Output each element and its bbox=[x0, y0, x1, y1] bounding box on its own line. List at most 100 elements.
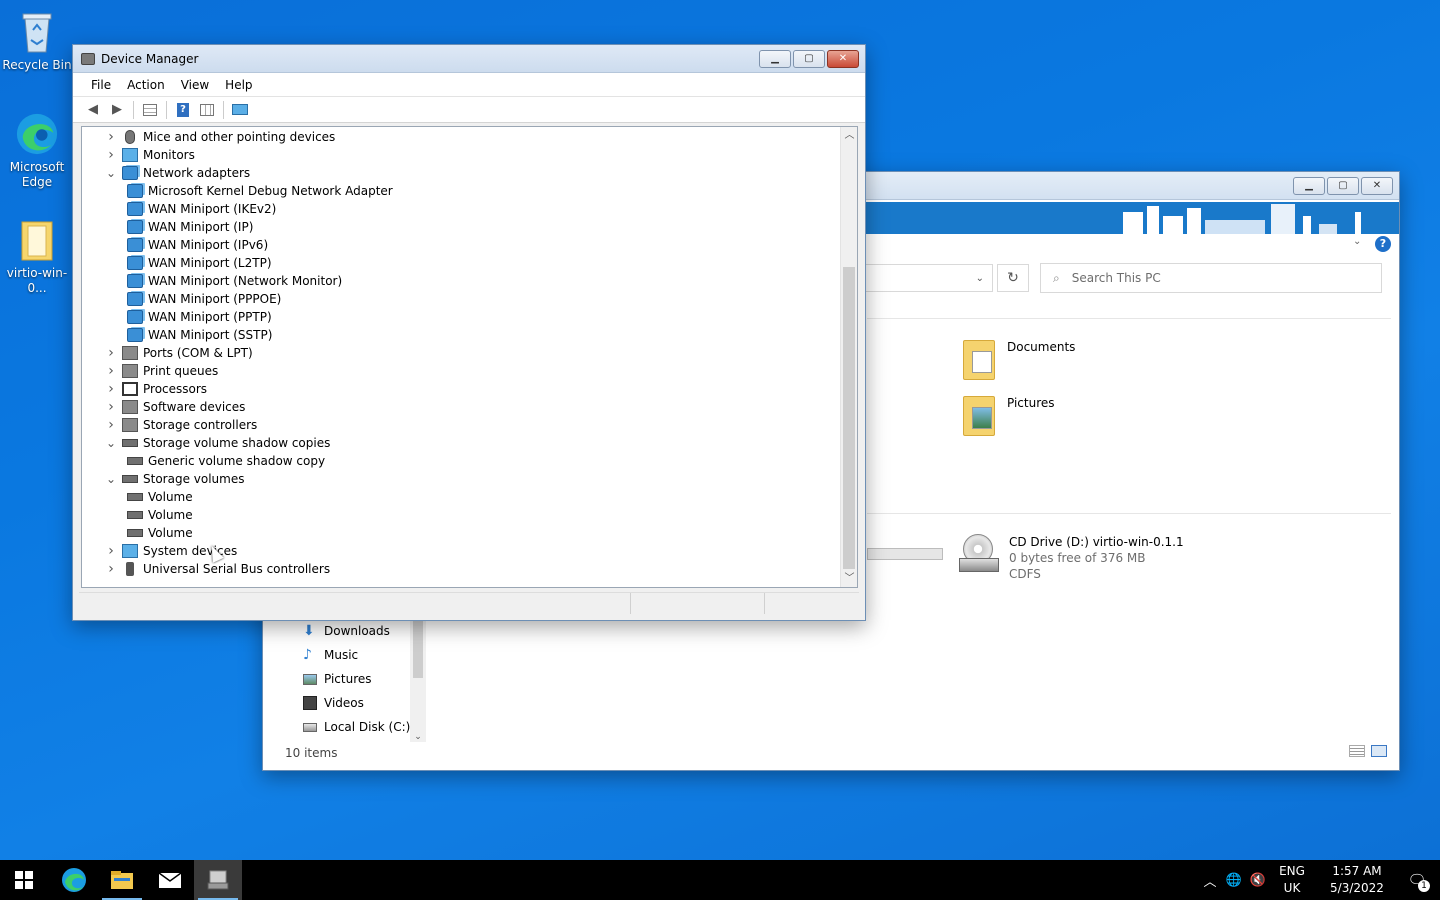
tree-category[interactable]: › Monitors bbox=[104, 146, 195, 164]
folder-pictures[interactable]: Pictures bbox=[963, 396, 1055, 436]
chevron-right-icon[interactable]: › bbox=[104, 363, 118, 379]
tree-device[interactable]: WAN Miniport (IKEv2) bbox=[123, 200, 276, 218]
tree-device[interactable]: WAN Miniport (PPPOE) bbox=[123, 290, 281, 308]
folder-label: Documents bbox=[1007, 340, 1076, 354]
chevron-right-icon[interactable]: › bbox=[104, 417, 118, 433]
desktop-icon-edge[interactable]: Microsoft Edge bbox=[2, 110, 72, 190]
system-icon bbox=[122, 544, 138, 558]
nav-item-downloads[interactable]: ⬇ Downloads bbox=[303, 620, 390, 642]
large-icons-view-icon[interactable] bbox=[1371, 745, 1387, 757]
scroll-thumb[interactable] bbox=[843, 267, 855, 569]
close-button[interactable]: ✕ bbox=[827, 49, 859, 68]
help-icon[interactable]: ? bbox=[1375, 236, 1391, 252]
chevron-right-icon[interactable]: › bbox=[104, 543, 118, 559]
minimize-button[interactable]: ▁ bbox=[1293, 176, 1325, 195]
taskbar-device-manager[interactable] bbox=[194, 860, 242, 900]
ribbon-expand-icon[interactable]: ⌄ bbox=[1353, 236, 1361, 247]
nav-pane-scrollbar[interactable]: ⌄ bbox=[410, 618, 426, 742]
nav-item-local-disk[interactable]: Local Disk (C:) bbox=[303, 716, 410, 738]
network-icon[interactable]: 🌐 bbox=[1222, 873, 1246, 888]
maximize-button[interactable]: ▢ bbox=[793, 49, 825, 68]
chevron-right-icon[interactable]: › bbox=[104, 399, 118, 415]
tree-device[interactable]: Generic volume shadow copy bbox=[123, 452, 325, 470]
language-indicator[interactable]: ENG UK bbox=[1270, 863, 1314, 897]
device-tree[interactable]: › Mice and other pointing devices › Monitor… bbox=[81, 126, 858, 588]
back-arrow-icon[interactable]: ◀ bbox=[83, 100, 103, 120]
chevron-right-icon[interactable]: › bbox=[104, 147, 118, 163]
tree-category[interactable]: › Print queues bbox=[104, 362, 218, 380]
tree-category[interactable]: › Software devices bbox=[104, 398, 245, 416]
taskbar-mail[interactable] bbox=[146, 860, 194, 900]
search-input[interactable]: ⌕ Search This PC bbox=[1040, 263, 1382, 293]
show-hidden-icons-icon[interactable]: ︿ bbox=[1198, 871, 1222, 890]
volume-icon bbox=[127, 511, 143, 519]
taskbar-file-explorer[interactable] bbox=[98, 860, 146, 900]
monitor-scan-icon[interactable] bbox=[230, 100, 250, 120]
chevron-right-icon[interactable]: › bbox=[104, 129, 118, 145]
forward-arrow-icon[interactable]: ▶ bbox=[107, 100, 127, 120]
tree-scrollbar[interactable]: ︿ ﹀ bbox=[840, 127, 857, 587]
chevron-down-icon[interactable]: ⌄ bbox=[104, 166, 118, 180]
tree-device[interactable]: WAN Miniport (L2TP) bbox=[123, 254, 272, 272]
port-icon bbox=[122, 346, 138, 360]
minimize-button[interactable]: ▁ bbox=[759, 49, 791, 68]
taskbar-edge[interactable] bbox=[50, 860, 98, 900]
pictures-folder-icon bbox=[963, 396, 995, 436]
action-center-button[interactable]: 🗨 1 bbox=[1394, 860, 1440, 900]
cd-drive-item[interactable]: CD Drive (D:) virtio-win-0.1.1 0 bytes f… bbox=[959, 534, 1184, 582]
tree-device[interactable]: WAN Miniport (Network Monitor) bbox=[123, 272, 342, 290]
tree-category[interactable]: › Universal Serial Bus controllers bbox=[104, 560, 330, 578]
tree-label: Volume bbox=[148, 508, 193, 522]
properties-icon[interactable] bbox=[140, 100, 160, 120]
chevron-down-icon[interactable]: ⌄ bbox=[104, 472, 118, 486]
desktop-icon-virtio[interactable]: virtio-win-0... bbox=[2, 216, 72, 296]
tree-category[interactable]: ⌄ Storage volume shadow copies bbox=[104, 434, 330, 452]
chevron-down-icon[interactable]: ⌄ bbox=[104, 436, 118, 450]
tree-label: WAN Miniport (IPv6) bbox=[148, 238, 269, 252]
scroll-up-icon[interactable]: ︿ bbox=[841, 127, 857, 144]
nav-item-videos[interactable]: Videos bbox=[303, 692, 364, 714]
scroll-down-icon[interactable]: ⌄ bbox=[410, 732, 426, 742]
maximize-button[interactable]: ▢ bbox=[1327, 176, 1359, 195]
address-dropdown-icon[interactable]: ⌄ bbox=[976, 273, 984, 284]
menu-file[interactable]: File bbox=[83, 78, 119, 92]
tree-device[interactable]: Volume bbox=[123, 488, 193, 506]
tree-device[interactable]: WAN Miniport (IP) bbox=[123, 218, 253, 236]
menu-action[interactable]: Action bbox=[119, 78, 173, 92]
device-manager-window[interactable]: Device Manager ▁ ▢ ✕ File Action View He… bbox=[72, 44, 866, 621]
tree-category[interactable]: › Storage controllers bbox=[104, 416, 257, 434]
device-manager-titlebar[interactable]: Device Manager ▁ ▢ ✕ bbox=[73, 45, 865, 73]
menu-help[interactable]: Help bbox=[217, 78, 260, 92]
chevron-right-icon[interactable]: › bbox=[104, 345, 118, 361]
tree-device[interactable]: WAN Miniport (IPv6) bbox=[123, 236, 268, 254]
tree-category[interactable]: › Mice and other pointing devices bbox=[104, 128, 335, 146]
menu-view[interactable]: View bbox=[173, 78, 217, 92]
tree-category[interactable]: ⌄ Network adapters bbox=[104, 164, 250, 182]
desktop-icon-recycle-bin[interactable]: Recycle Bin bbox=[2, 8, 72, 73]
scroll-down-icon[interactable]: ﹀ bbox=[841, 570, 857, 587]
download-icon: ⬇ bbox=[303, 623, 315, 639]
tree-category[interactable]: › Processors bbox=[104, 380, 207, 398]
volume-muted-icon[interactable]: 🔇 bbox=[1246, 873, 1270, 888]
tree-device[interactable]: Volume bbox=[123, 506, 193, 524]
nav-label: Videos bbox=[324, 696, 364, 710]
help-icon[interactable]: ? bbox=[173, 100, 193, 120]
nav-item-pictures[interactable]: Pictures bbox=[303, 668, 372, 690]
nav-item-music[interactable]: ♪ Music bbox=[303, 644, 358, 666]
monitor-icon bbox=[122, 148, 138, 162]
tree-device[interactable]: WAN Miniport (PPTP) bbox=[123, 308, 272, 326]
details-view-icon[interactable] bbox=[1349, 745, 1365, 757]
view-icon[interactable] bbox=[197, 100, 217, 120]
tree-category[interactable]: › Ports (COM & LPT) bbox=[104, 344, 252, 362]
folder-documents[interactable]: Documents bbox=[963, 340, 1075, 380]
close-button[interactable]: ✕ bbox=[1361, 176, 1393, 195]
chevron-right-icon[interactable]: › bbox=[104, 561, 118, 577]
tree-device[interactable]: Microsoft Kernel Debug Network Adapter bbox=[123, 182, 393, 200]
start-button[interactable] bbox=[0, 860, 48, 900]
tree-category[interactable]: ⌄ Storage volumes bbox=[104, 470, 245, 488]
tree-device[interactable]: Volume bbox=[123, 524, 193, 542]
refresh-button[interactable]: ↻ bbox=[997, 264, 1029, 292]
clock[interactable]: 1:57 AM 5/3/2022 bbox=[1320, 863, 1394, 897]
tree-device[interactable]: WAN Miniport (SSTP) bbox=[123, 326, 272, 344]
chevron-right-icon[interactable]: › bbox=[104, 381, 118, 397]
